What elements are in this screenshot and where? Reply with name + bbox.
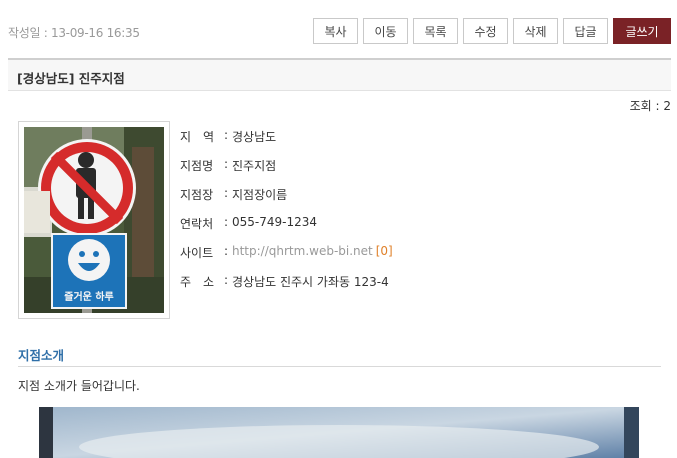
content-photo — [39, 407, 639, 458]
branch-info: 지 역 : 경상남도 지점명 : 진주지점 지점장 : 지점장이름 연락처 : … — [180, 128, 393, 302]
separator: : — [224, 244, 229, 258]
post-date: 작성일 : 13-09-16 16:35 — [8, 26, 140, 40]
branch-value: 진주지점 — [232, 159, 277, 173]
info-row-region: 지 역 : 경상남도 — [180, 128, 393, 157]
manager-value: 지점장이름 — [232, 188, 288, 202]
move-button[interactable]: 이동 — [363, 18, 408, 44]
content-photo-image — [39, 407, 639, 458]
separator: : — [224, 128, 229, 142]
region-label: 지 역 — [180, 130, 215, 144]
separator: : — [224, 157, 229, 171]
region-value: 경상남도 — [232, 130, 277, 144]
address-value: 경상남도 진주시 가좌동 123-4 — [232, 275, 389, 289]
intro-heading: 지점소개 — [18, 348, 65, 363]
site-label: 사이트 — [180, 246, 214, 260]
view-count: 조회 : 2 — [629, 99, 671, 113]
write-button[interactable]: 글쓰기 — [613, 18, 671, 44]
info-row-manager: 지점장 : 지점장이름 — [180, 186, 393, 215]
branch-photo-image: 즐거운 하루 — [24, 127, 164, 313]
sign-text: 즐거운 하루 — [64, 290, 113, 303]
site-link[interactable]: http://qhrtm.web-bi.net — [232, 244, 373, 273]
intro-text: 지점 소개가 들어갑니다. — [18, 379, 140, 393]
post-header: 작성일 : 13-09-16 16:35 복사 이동 목록 수정 삭제 답글 글… — [0, 0, 677, 58]
post-title-bar: [경상남도] 진주지점 — [8, 58, 671, 91]
delete-button[interactable]: 삭제 — [513, 18, 558, 44]
info-row-site: 사이트 : http://qhrtm.web-bi.net [0] — [180, 244, 393, 273]
info-row-phone: 연락처 : 055-749-1234 — [180, 215, 393, 244]
branch-label: 지점명 — [180, 159, 214, 173]
site-click-count: [0] — [375, 244, 393, 258]
copy-button[interactable]: 복사 — [313, 18, 358, 44]
manager-label: 지점장 — [180, 188, 214, 202]
separator: : — [224, 186, 229, 200]
separator: : — [224, 215, 229, 229]
post-title: [경상남도] 진주지점 — [17, 71, 125, 86]
intro-section-header: 지점소개 — [18, 345, 661, 367]
phone-value: 055-749-1234 — [232, 215, 318, 229]
phone-label: 연락처 — [180, 217, 214, 231]
address-label: 주 소 — [180, 275, 215, 289]
info-row-address: 주 소 : 경상남도 진주시 가좌동 123-4 — [180, 273, 393, 302]
info-row-branch: 지점명 : 진주지점 — [180, 157, 393, 186]
branch-photo[interactable]: 즐거운 하루 — [18, 121, 170, 319]
edit-button[interactable]: 수정 — [463, 18, 508, 44]
action-buttons: 복사 이동 목록 수정 삭제 답글 글쓰기 — [313, 18, 671, 44]
list-button[interactable]: 목록 — [413, 18, 458, 44]
reply-button[interactable]: 답글 — [563, 18, 608, 44]
separator: : — [224, 273, 229, 287]
